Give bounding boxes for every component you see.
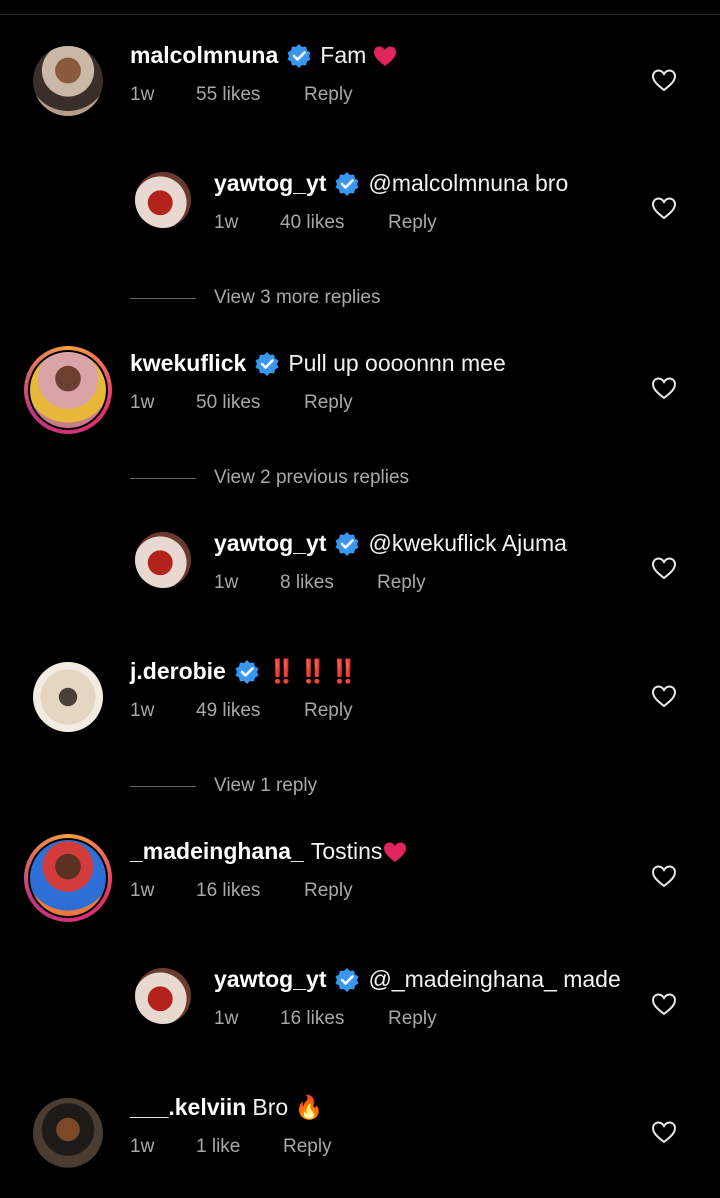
reply-button[interactable]: Reply bbox=[304, 700, 353, 722]
comment-age: 1w bbox=[130, 700, 155, 721]
likes-count[interactable]: 16 likes bbox=[280, 1008, 344, 1030]
divider bbox=[130, 786, 196, 787]
comment-item: _madeinghana_ Tostins 1w 16 likes Reply bbox=[0, 832, 720, 942]
comment-text: Pull up oooonnn mee bbox=[288, 350, 506, 376]
likes-count[interactable]: 16 likes bbox=[196, 880, 260, 902]
reply-button[interactable]: Reply bbox=[304, 84, 353, 106]
reply-item: yawtog_yt @malcolmnuna bro 1w 40 likes R… bbox=[0, 164, 720, 274]
verified-icon bbox=[334, 170, 361, 197]
comment-username[interactable]: j.derobie bbox=[130, 658, 226, 685]
comment-username[interactable]: kwekuflick bbox=[130, 350, 246, 377]
divider bbox=[130, 478, 196, 479]
verified-icon bbox=[334, 966, 361, 993]
comment-text: @_madeinghana_ made bbox=[368, 966, 621, 992]
likes-count[interactable]: 55 likes bbox=[196, 84, 260, 106]
comment-username[interactable]: yawtog_yt bbox=[214, 530, 326, 557]
comment-item: kwekuflick Pull up oooonnn mee 1w 50 lik… bbox=[0, 344, 720, 454]
comment-username[interactable]: yawtog_yt bbox=[214, 170, 326, 197]
heart-emoji-icon bbox=[372, 44, 398, 68]
story-ring[interactable] bbox=[24, 346, 112, 434]
avatar[interactable] bbox=[135, 968, 191, 1024]
reply-button[interactable]: Reply bbox=[377, 572, 426, 594]
comment-item: malcolmnuna Fam 1w 55 likes Reply bbox=[0, 36, 720, 146]
avatar[interactable] bbox=[135, 532, 191, 588]
comment-age: 1w bbox=[214, 212, 239, 233]
comment-age: 1w bbox=[214, 1008, 239, 1029]
comment-text: Bro 🔥 bbox=[252, 1094, 324, 1120]
comment-age: 1w bbox=[130, 880, 155, 901]
reply-button[interactable]: Reply bbox=[388, 1008, 437, 1030]
likes-count[interactable]: 8 likes bbox=[280, 572, 334, 594]
comment-age: 1w bbox=[130, 392, 155, 413]
avatar[interactable] bbox=[30, 840, 106, 916]
avatar[interactable] bbox=[33, 662, 103, 732]
like-heart-icon[interactable] bbox=[651, 556, 677, 580]
avatar[interactable] bbox=[135, 172, 191, 228]
top-divider bbox=[0, 14, 720, 15]
comment-text: Fam bbox=[320, 42, 367, 68]
comment-age: 1w bbox=[130, 84, 155, 105]
comment-username[interactable]: malcolmnuna bbox=[130, 42, 278, 69]
divider bbox=[130, 298, 196, 299]
view-replies-text[interactable]: View 1 reply bbox=[214, 775, 317, 797]
likes-count[interactable]: 50 likes bbox=[196, 392, 260, 414]
comment-age: 1w bbox=[214, 572, 239, 593]
reply-button[interactable]: Reply bbox=[304, 392, 353, 414]
avatar[interactable] bbox=[33, 1098, 103, 1168]
comment-username[interactable]: _madeinghana_ bbox=[130, 838, 304, 865]
comment-username[interactable]: ___.kelviin bbox=[130, 1094, 246, 1121]
view-replies-text[interactable]: View 2 previous replies bbox=[214, 467, 409, 489]
avatar[interactable] bbox=[33, 46, 103, 116]
like-heart-icon[interactable] bbox=[651, 376, 677, 400]
comment-text: @malcolmnuna bro bbox=[368, 170, 569, 196]
comment-age: 1w bbox=[130, 1136, 155, 1157]
reply-button[interactable]: Reply bbox=[304, 880, 353, 902]
comment-item: j.derobie ‼️ ‼️ ‼️ 1w 49 likes Reply bbox=[0, 652, 720, 762]
comment-text: @kwekuflick Ajuma bbox=[368, 530, 567, 556]
reply-button[interactable]: Reply bbox=[388, 212, 437, 234]
verified-icon bbox=[286, 42, 313, 69]
likes-count[interactable]: 1 like bbox=[196, 1136, 240, 1158]
comment-text: Tostins bbox=[310, 838, 383, 864]
view-replies-text[interactable]: View 3 more replies bbox=[214, 287, 381, 309]
comment-username[interactable]: yawtog_yt bbox=[214, 966, 326, 993]
reply-button[interactable]: Reply bbox=[283, 1136, 332, 1158]
comment-text: ‼️ ‼️ ‼️ bbox=[267, 658, 359, 684]
verified-icon bbox=[234, 658, 260, 685]
like-heart-icon[interactable] bbox=[651, 684, 677, 708]
verified-icon bbox=[254, 350, 281, 377]
reply-item: yawtog_yt @_madeinghana_ made 1w 16 like… bbox=[0, 960, 720, 1070]
like-heart-icon[interactable] bbox=[651, 1120, 677, 1144]
reply-item: yawtog_yt @kwekuflick Ajuma 1w 8 likes R… bbox=[0, 524, 720, 634]
like-heart-icon[interactable] bbox=[651, 68, 677, 92]
comment-item: ___.kelviin Bro 🔥 1w 1 like Reply bbox=[0, 1088, 720, 1198]
heart-emoji-icon bbox=[382, 840, 408, 864]
likes-count[interactable]: 40 likes bbox=[280, 212, 344, 234]
avatar[interactable] bbox=[30, 352, 106, 428]
story-ring[interactable] bbox=[24, 834, 112, 922]
like-heart-icon[interactable] bbox=[651, 992, 677, 1016]
likes-count[interactable]: 49 likes bbox=[196, 700, 260, 722]
verified-icon bbox=[334, 530, 361, 557]
like-heart-icon[interactable] bbox=[651, 864, 677, 888]
like-heart-icon[interactable] bbox=[651, 196, 677, 220]
